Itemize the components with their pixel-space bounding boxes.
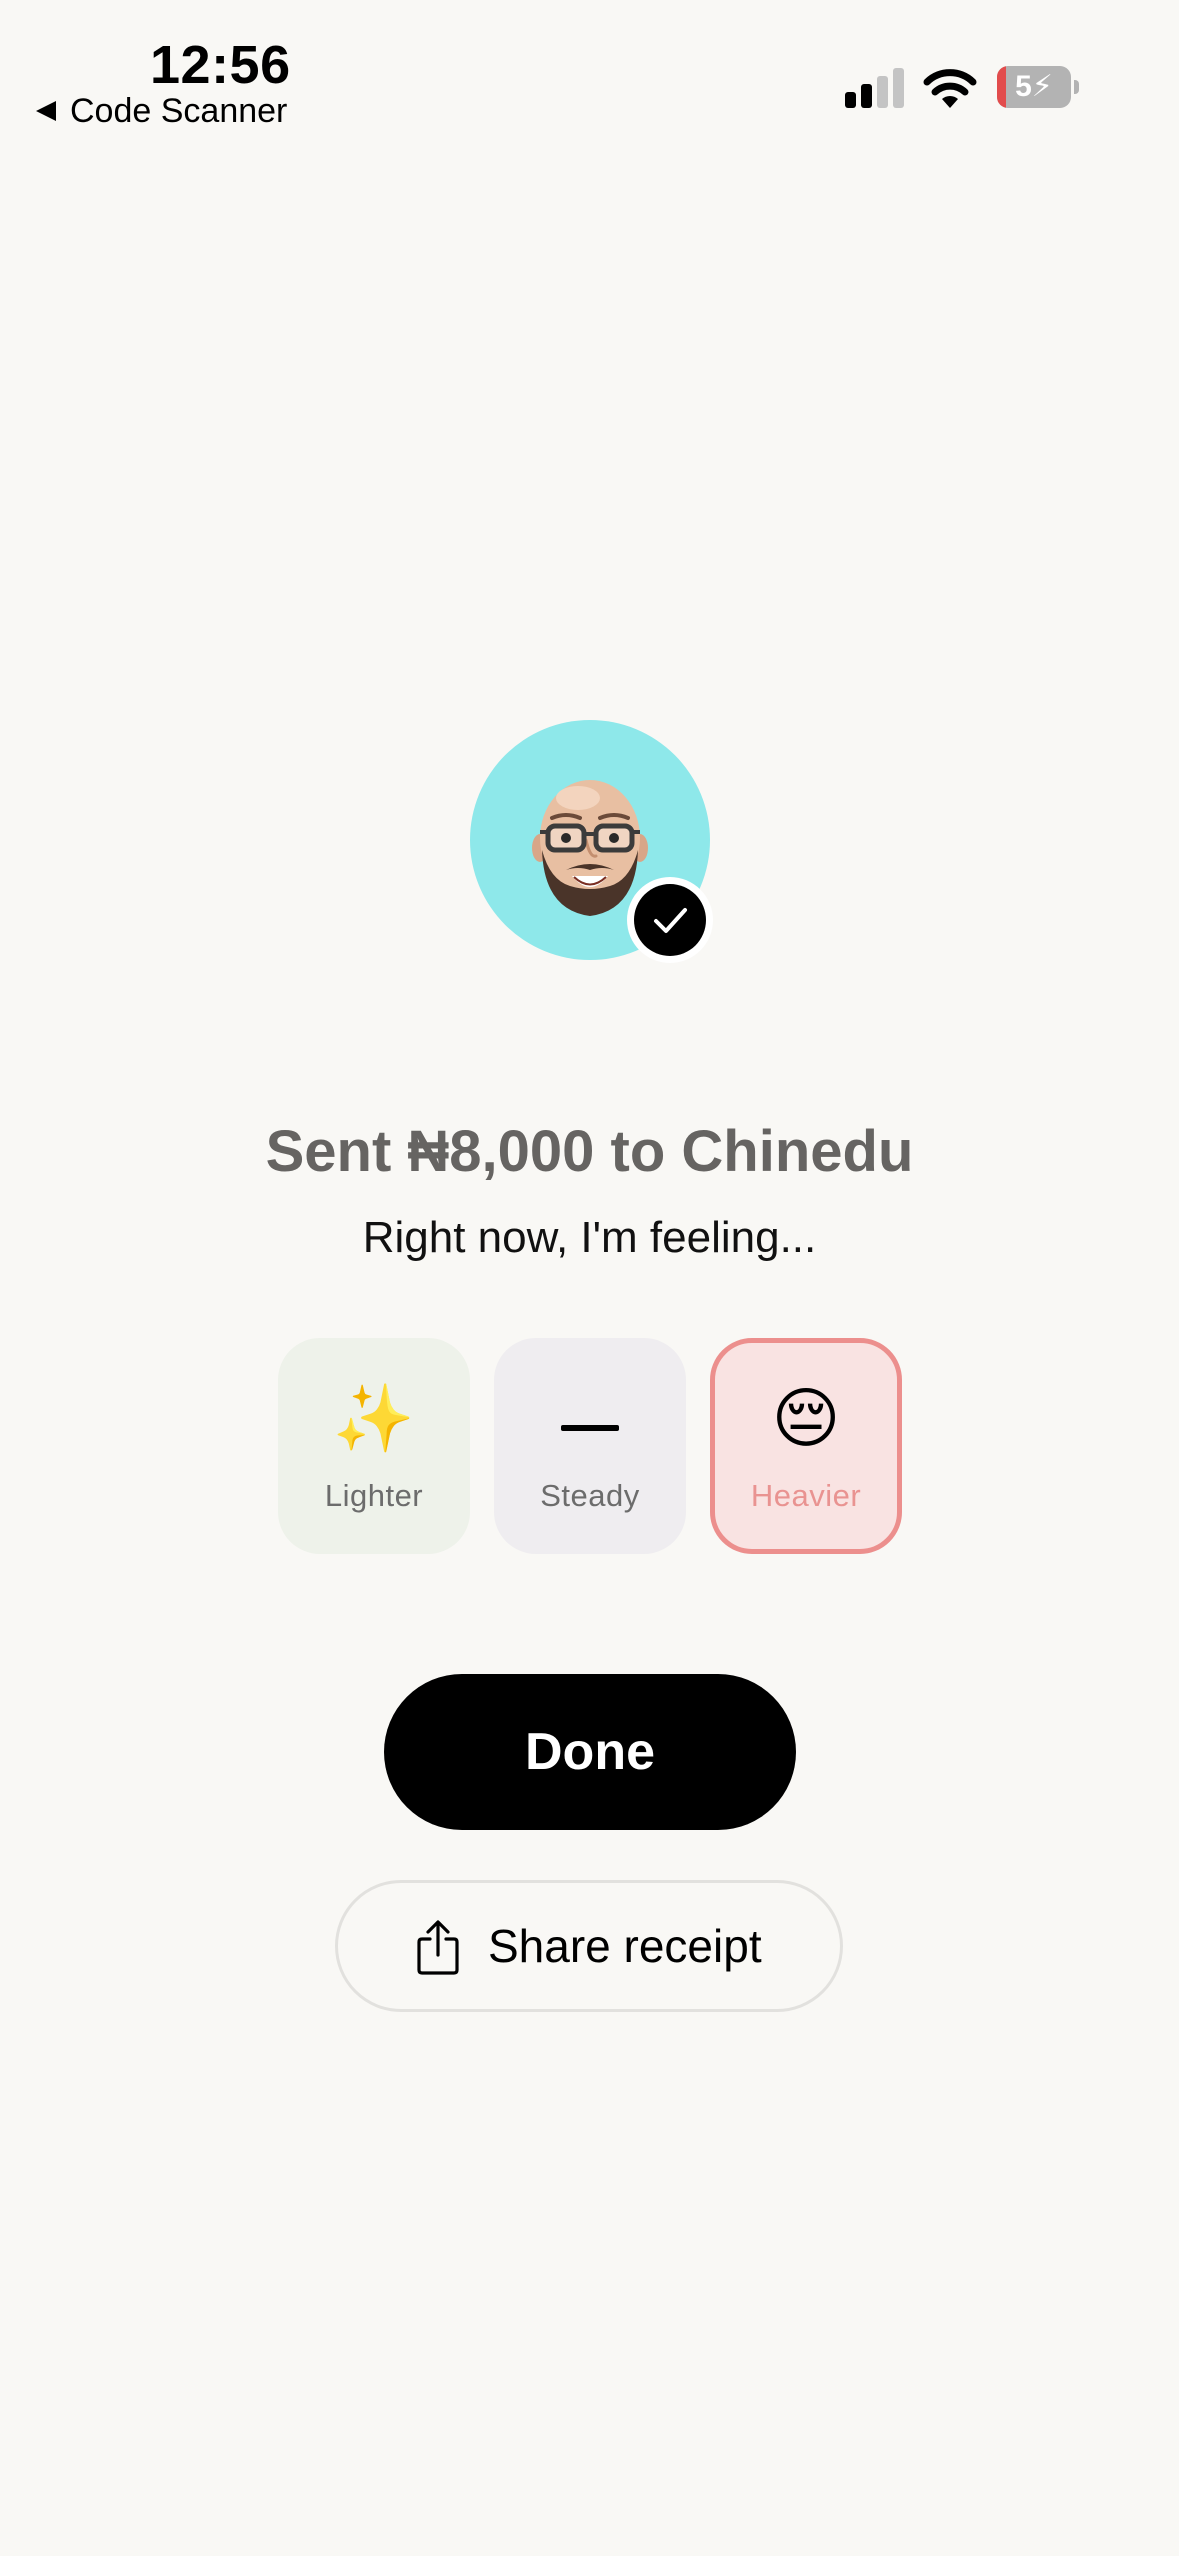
share-receipt-button[interactable]: Share receipt <box>335 1880 843 2012</box>
mood-option-lighter[interactable]: ✨ Lighter <box>278 1338 470 1554</box>
sparkles-icon: ✨ <box>332 1381 416 1455</box>
share-receipt-label: Share receipt <box>488 1920 762 1972</box>
pensive-face-icon: 😔 <box>771 1381 841 1455</box>
wifi-icon <box>923 69 977 108</box>
mood-label-steady: Steady <box>540 1478 640 1513</box>
mood-label-heavier: Heavier <box>750 1478 862 1513</box>
done-button[interactable]: Done <box>384 1674 796 1830</box>
back-to-app-link[interactable]: Code Scanner <box>36 88 287 134</box>
share-icon <box>417 1920 459 1975</box>
battery-indicator: 5⚡ <box>997 66 1079 108</box>
dash-icon <box>561 1425 619 1431</box>
back-app-label: Code Scanner <box>70 92 288 130</box>
payment-sent-headline: Sent ₦8,000 to Chinedu <box>265 1119 914 1184</box>
success-check-badge <box>627 877 713 963</box>
battery-level-text: 5⚡ <box>1015 70 1053 103</box>
checkmark-icon <box>654 908 687 933</box>
mood-option-heavier[interactable]: 😔 Heavier <box>710 1338 902 1554</box>
cellular-signal-icon <box>845 68 904 108</box>
feeling-prompt: Right now, I'm feeling... <box>362 1213 817 1262</box>
mood-option-steady[interactable]: Steady <box>494 1338 686 1554</box>
back-triangle-icon <box>36 101 56 121</box>
mood-label-lighter: Lighter <box>324 1478 424 1513</box>
